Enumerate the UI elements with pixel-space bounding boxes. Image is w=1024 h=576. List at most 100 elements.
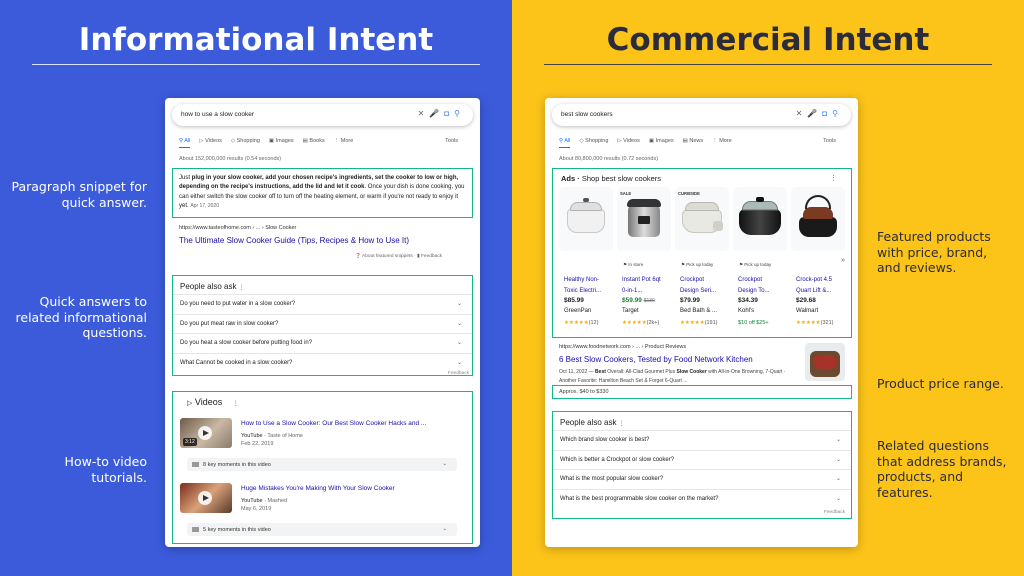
annotation-paa: Quick answers to related informational q… — [15, 294, 147, 340]
annotation-products: Featured products with price, brand, and… — [877, 229, 991, 275]
video-duration: 3:12 — [183, 438, 197, 446]
about-featured-snippets[interactable]: ❓ About featured snippets · ▮ Feedback — [355, 254, 442, 259]
product-card[interactable]: SALE ⚑ In store Instant Pot 6qt 0-in-1...… — [617, 187, 671, 327]
paa-question[interactable]: Which brand slow cooker is best? ⌄ — [553, 431, 851, 451]
key-moments-toggle[interactable]: 5 key moments in this video ⌄ — [187, 523, 457, 536]
paa-question[interactable]: Do you need to put water in a slow cooke… — [173, 295, 472, 315]
product-store: GreenPan — [564, 308, 592, 314]
paa-question[interactable]: Which is better a Crockpot or slow cooke… — [553, 451, 851, 470]
product-price: $59.99 $130 — [622, 297, 655, 304]
informational-panel: Informational Intent Paragraph snippet f… — [0, 0, 512, 576]
key-moments-toggle[interactable]: 8 key moments in this video ⌄ — [187, 458, 457, 471]
search-icon[interactable]: ⚲ — [832, 109, 843, 118]
search-tabs: ⚲ All ◇ Shopping ▷ Videos ▣ Images ▤ New… — [559, 138, 848, 148]
tab-news[interactable]: ▤ News — [683, 138, 704, 148]
tab-images[interactable]: ▣ Images — [269, 138, 294, 148]
product-rating: ★★★★★(12) — [564, 320, 599, 326]
camera-icon[interactable]: ◘ — [444, 109, 454, 118]
product-card[interactable]: Healthy Non- Toxic Electri... $85.99 Gree… — [559, 187, 613, 327]
result-thumbnail[interactable] — [805, 343, 845, 381]
tools-button[interactable]: Tools — [445, 138, 458, 148]
mic-icon[interactable]: 🎤 — [807, 109, 822, 118]
clear-icon[interactable]: ✕ — [418, 109, 430, 118]
product-name[interactable]: Crockpot Design Seri... — [680, 275, 730, 296]
video-thumbnail[interactable] — [180, 483, 232, 513]
search-query[interactable]: best slow cookers — [561, 111, 613, 118]
paa-feedback[interactable]: Feedback — [448, 371, 469, 376]
chevron-down-icon: ⌄ — [456, 320, 462, 327]
result-url[interactable]: https://www.tasteofhome.com › ... › Slow… — [179, 225, 296, 231]
clear-icon[interactable]: ✕ — [796, 109, 808, 118]
result-stats: About 152,000,000 results (0.54 seconds) — [179, 156, 282, 162]
search-bar[interactable]: best slow cookers ✕🎤◘⚲ — [552, 104, 851, 126]
paa-question[interactable]: Do you put meat raw in slow cooker? ⌄ — [173, 315, 472, 334]
video-thumbnail[interactable]: 3:12 — [180, 418, 232, 448]
search-icon[interactable]: ⚲ — [454, 109, 465, 118]
slow-cooker-white-icon — [559, 187, 613, 251]
ads-header: Ads · Shop best slow cookers — [561, 174, 662, 183]
tab-videos[interactable]: ▷ Videos — [617, 138, 639, 148]
tab-more[interactable]: ⋮ More — [334, 138, 354, 148]
product-promo: $10 off $25+ — [738, 320, 769, 326]
product-rating: ★★★★★(2k+) — [622, 320, 660, 326]
chevron-right-icon[interactable]: » — [841, 257, 845, 264]
product-name[interactable]: Instant Pot 6qt 0-in-1... — [622, 275, 672, 296]
video-title-link[interactable]: How to Use a Slow Cooker: Our Best Slow … — [241, 420, 456, 427]
product-name[interactable]: Crockpot Design To... — [738, 275, 788, 296]
shopping-ads: Ads · Shop best slow cookers ⋮ Healthy N… — [552, 168, 852, 338]
tools-button[interactable]: Tools — [823, 138, 836, 148]
tab-shopping[interactable]: ◇ Shopping — [579, 138, 608, 148]
result-title-link[interactable]: 6 Best Slow Cookers, Tested by Food Netw… — [559, 355, 753, 364]
sale-badge: SALE — [620, 191, 632, 196]
annotation-videos: How-to video tutorials. — [64, 454, 147, 485]
video-title-link[interactable]: Huge Mistakes You're Making With Your Sl… — [241, 485, 456, 492]
tab-all[interactable]: ⚲ All — [179, 138, 191, 148]
annotation-related-questions: Related questions that address brands, p… — [877, 438, 1007, 500]
annotation-snippet: Paragraph snippet for quick answer. — [11, 179, 147, 210]
people-also-ask: People also ask ⋮ Which brand slow cooke… — [552, 411, 852, 519]
tab-images[interactable]: ▣ Images — [649, 138, 674, 148]
product-price: $79.99 — [680, 297, 700, 304]
product-card[interactable]: CURBSIDE ⚑ Pick up today Crockpot Design … — [675, 187, 729, 327]
chevron-down-icon: ⌄ — [835, 495, 841, 502]
video-source: YouTube · Mashed May 6, 2019 — [241, 498, 288, 512]
search-tabs: ⚲ All ▷ Videos ◇ Shopping ▣ Images ▤ Boo… — [179, 138, 470, 148]
tab-books[interactable]: ▤ Books — [303, 138, 325, 148]
crockpot-white-icon: CURBSIDE — [675, 187, 729, 251]
chevron-down-icon: ⌄ — [835, 437, 841, 443]
more-options-icon[interactable]: ⋮ — [830, 174, 837, 182]
result-url[interactable]: https://www.foodnetwork.com › ... › Prod… — [559, 344, 686, 350]
paa-title: People also ask ⋮ — [180, 282, 245, 291]
product-name[interactable]: Crock-pot 4.5 Quart Lift &... — [796, 275, 846, 296]
camera-icon[interactable]: ◘ — [822, 109, 832, 118]
paa-feedback[interactable]: Feedback — [824, 510, 845, 515]
product-card[interactable]: Crock-pot 4.5 Quart Lift &... $29.68 Walm… — [791, 187, 845, 327]
mic-icon[interactable]: 🎤 — [429, 109, 444, 118]
key-moments-icon — [192, 527, 199, 532]
search-bar[interactable]: how to use a slow cooker ✕🎤◘⚲ — [172, 104, 473, 126]
pickup-info: ⚑ Pick up today — [739, 262, 772, 267]
paa-question[interactable]: Do you heat a slow cooker before putting… — [173, 334, 472, 354]
result-description: Oct 11, 2022 — Best Overall: All-Clad Go… — [559, 369, 786, 384]
crockpot-lift-icon — [791, 187, 845, 251]
paa-question[interactable]: What is the best programmable slow cooke… — [553, 490, 851, 510]
featured-snippet: Just plug in your slow cooker, add your … — [172, 168, 473, 218]
tab-videos[interactable]: ▷ Videos — [199, 138, 221, 148]
play-icon — [198, 426, 212, 440]
tab-all[interactable]: ⚲ All — [559, 138, 571, 148]
search-query[interactable]: how to use a slow cooker — [181, 111, 254, 118]
tab-more[interactable]: ⋮ More — [712, 138, 732, 148]
chevron-down-icon: ⌄ — [835, 476, 841, 482]
commercial-panel: Commercial Intent Featured products with… — [512, 0, 1024, 576]
result-title-link[interactable]: The Ultimate Slow Cooker Guide (Tips, Re… — [179, 236, 409, 245]
product-card[interactable]: ⚑ Pick up today Crockpot Design To... $34… — [733, 187, 787, 327]
serp-card: best slow cookers ✕🎤◘⚲ ⚲ All ◇ Shopping … — [545, 98, 858, 547]
instant-pot-icon: SALE — [617, 187, 671, 251]
paa-question[interactable]: What is the most popular slow cooker? ⌄ — [553, 470, 851, 490]
product-name[interactable]: Healthy Non- Toxic Electri... — [564, 275, 614, 296]
product-rating: ★★★★★(321) — [796, 320, 834, 326]
paa-question[interactable]: What Cannot be cooked in a slow cooker? ⌄ — [173, 354, 472, 374]
chevron-down-icon: ⌄ — [442, 526, 447, 532]
video-source: YouTube · Taste of Home Feb 22, 2019 — [241, 433, 303, 447]
tab-shopping[interactable]: ◇ Shopping — [231, 138, 260, 148]
